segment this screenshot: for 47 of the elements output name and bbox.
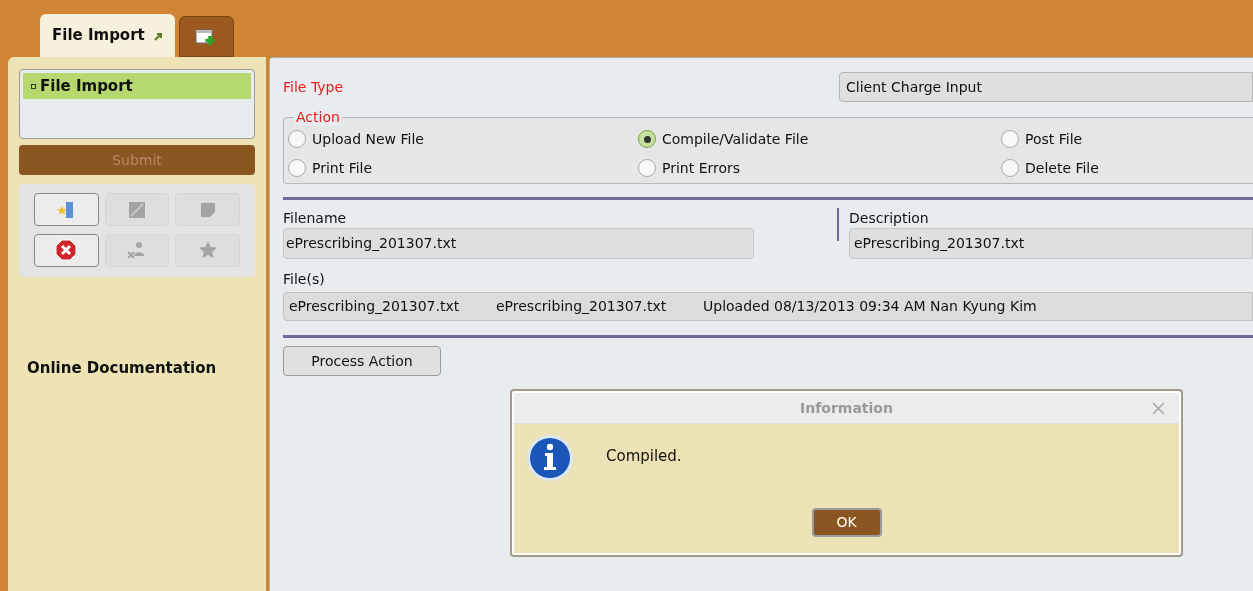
dialog-title: Information: [800, 398, 893, 418]
radio-option[interactable]: Delete File: [1001, 158, 1253, 178]
dialog-message: Compiled.: [606, 446, 682, 467]
radio-button[interactable]: [638, 159, 656, 177]
filename-field[interactable]: ePrescribing_201307.txt: [283, 228, 754, 259]
radio-option[interactable]: Print Errors: [638, 158, 1001, 178]
radio-button[interactable]: [288, 130, 306, 148]
file-cell-text: ePrescribing_201307.txt: [496, 297, 668, 316]
filename-label: Filename: [283, 209, 348, 227]
process-action-button[interactable]: Process Action: [283, 346, 441, 376]
files-label: File(s): [283, 270, 326, 289]
radio-button[interactable]: [1001, 130, 1019, 148]
add-window-icon: [195, 27, 218, 46]
edit-icon: [127, 199, 147, 220]
online-documentation-link[interactable]: Online Documentation: [19, 357, 255, 380]
star-icon: [197, 240, 218, 260]
new-tab-button[interactable]: [178, 16, 234, 57]
info-icon: [526, 434, 574, 482]
radio-button[interactable]: [288, 159, 306, 177]
radio-label: Upload New File: [312, 129, 424, 149]
action-legend: Action: [294, 108, 342, 126]
radio-option[interactable]: Print File: [288, 158, 638, 178]
file-type-dropdown[interactable]: Client Charge Input: [839, 72, 1253, 102]
file-cell-text: ePrescribing_201307.txt: [289, 297, 461, 316]
file-type-label: File Type: [283, 77, 345, 97]
radio-option[interactable]: Upload New File: [288, 129, 638, 149]
radio-button[interactable]: [1001, 159, 1019, 177]
tab[interactable]: File Import: [40, 14, 175, 57]
radio-label: Print File: [312, 158, 373, 178]
file-cell-text: Uploaded 08/13/2013 09:34 AM Nan Kyung Kim: [703, 297, 1037, 316]
ok-button[interactable]: OK: [811, 508, 882, 537]
radio-label: Print Errors: [662, 158, 741, 178]
radio-option[interactable]: Compile/Validate File: [638, 129, 1001, 149]
description-label: Description: [849, 209, 930, 227]
nav-item[interactable]: File Import: [23, 73, 251, 99]
close-icon[interactable]: [1152, 402, 1165, 415]
description-field[interactable]: ePrescribing_201307.txt: [849, 228, 1253, 259]
radio-label: Delete File: [1025, 158, 1099, 178]
toolbar-button[interactable]: [34, 193, 99, 226]
toolbar-button[interactable]: [34, 233, 99, 267]
radio-button[interactable]: [638, 130, 656, 148]
note-icon: [198, 200, 217, 219]
radio-label: Post File: [1025, 129, 1083, 149]
radio-option[interactable]: Post File: [1001, 129, 1253, 149]
delete-icon: [55, 239, 78, 261]
pin-icon: [152, 30, 163, 41]
radio-label: Compile/Validate File: [662, 129, 809, 149]
